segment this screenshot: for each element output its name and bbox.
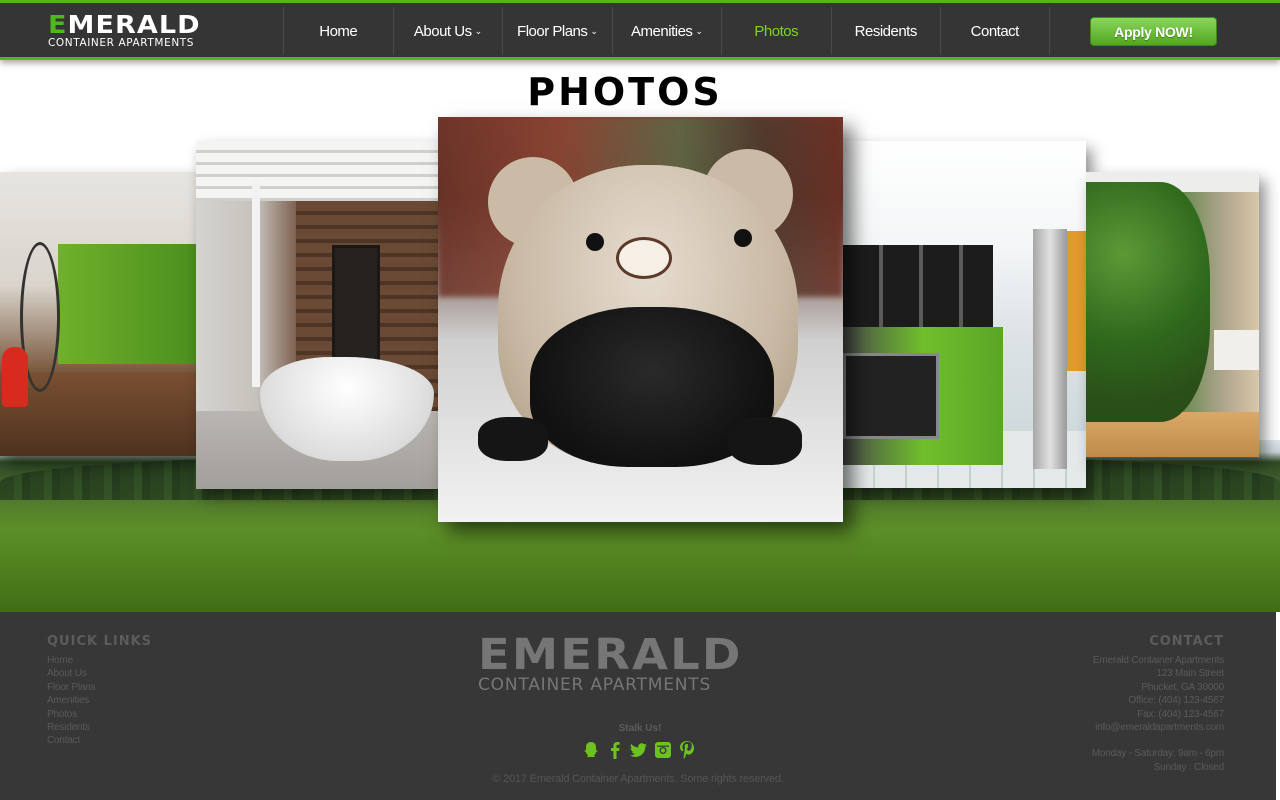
footer-link-about-us[interactable]: About Us bbox=[47, 667, 95, 680]
gallery-photo-bathroom[interactable] bbox=[196, 141, 440, 489]
contact-city: Phucket, GA 30000 bbox=[1141, 681, 1224, 693]
nav-floor-plans[interactable]: Floor Plans ⌄ bbox=[502, 7, 612, 55]
hours-sunday: Sunday : Closed bbox=[1153, 761, 1225, 773]
contact-info-list: Emerald Container Apartments 123 Main St… bbox=[1092, 654, 1224, 774]
page-title: PHOTOS bbox=[527, 70, 723, 114]
contact-email[interactable]: info@emeraldapartments.com bbox=[1092, 721, 1224, 734]
copyright-text: © 2017 Emerald Container Apartments. Som… bbox=[492, 773, 784, 785]
contact-heading: CONTACT bbox=[1149, 634, 1224, 649]
contact-office-phone[interactable]: Office: (404) 123-4567 bbox=[1092, 694, 1225, 707]
chevron-down-icon: ⌄ bbox=[590, 26, 598, 36]
contact-street: 123 Main Street bbox=[1156, 668, 1224, 680]
facebook-icon[interactable] bbox=[606, 740, 623, 760]
twitter-icon[interactable] bbox=[630, 740, 647, 760]
nav-residents[interactable]: Residents bbox=[830, 7, 941, 55]
social-icons bbox=[582, 740, 695, 760]
nav-about-us[interactable]: About Us ⌄ bbox=[392, 7, 503, 55]
chevron-down-icon: ⌄ bbox=[474, 26, 483, 36]
footer-link-home[interactable]: Home bbox=[47, 654, 95, 667]
social-heading: Stalk Us! bbox=[618, 723, 662, 734]
footer-link-floor-plans[interactable]: Floor Plans bbox=[47, 681, 96, 694]
site-footer: QUICK LINKS Home About Us Floor Plans Am… bbox=[0, 612, 1276, 800]
apply-now-button[interactable]: Apply NOW! bbox=[1090, 17, 1217, 46]
footer-link-photos[interactable]: Photos bbox=[47, 708, 95, 721]
nav-contact[interactable]: Contact bbox=[940, 7, 1050, 55]
gallery-photo-loft[interactable] bbox=[0, 172, 196, 456]
site-logo[interactable]: EMERALD CONTAINER APARTMENTS bbox=[48, 12, 240, 50]
hours-weekdays: Monday - Saturday: 9am - 6pm bbox=[1091, 748, 1224, 760]
chevron-down-icon: ⌄ bbox=[695, 26, 703, 36]
nav-amenities[interactable]: Amenities ⌄ bbox=[611, 7, 722, 55]
main-nav: Home About Us ⌄ Floor Plans ⌄ Amenities ⌄ P… bbox=[283, 7, 1050, 55]
top-navbar: EMERALD CONTAINER APARTMENTS Home About … bbox=[0, 0, 1280, 60]
quick-links-heading: QUICK LINKS bbox=[47, 634, 153, 649]
gallery-photo-kitchen[interactable] bbox=[843, 141, 1086, 488]
footer-link-amenities[interactable]: Amenities bbox=[47, 694, 95, 707]
contact-fax: Fax: (404) 123-4567 bbox=[1137, 708, 1224, 720]
nav-photos[interactable]: Photos bbox=[721, 7, 831, 55]
contact-company: Emerald Container Apartments bbox=[1092, 655, 1224, 666]
gallery-photo-featured-dog[interactable] bbox=[438, 117, 843, 522]
gallery-photo-living-wall[interactable] bbox=[1086, 172, 1259, 457]
nav-home[interactable]: Home bbox=[283, 7, 393, 55]
footer-edge bbox=[1276, 612, 1280, 800]
logo-wordmark: EMERALD bbox=[48, 10, 201, 39]
footer-logo: EMERALD CONTAINER APARTMENTS bbox=[478, 634, 808, 695]
snapchat-icon[interactable] bbox=[582, 740, 599, 760]
footer-link-contact[interactable]: Contact bbox=[47, 734, 95, 747]
footer-logo-wordmark: EMERALD bbox=[478, 630, 743, 680]
pinterest-icon[interactable] bbox=[678, 740, 695, 760]
instagram-icon[interactable] bbox=[654, 740, 671, 760]
